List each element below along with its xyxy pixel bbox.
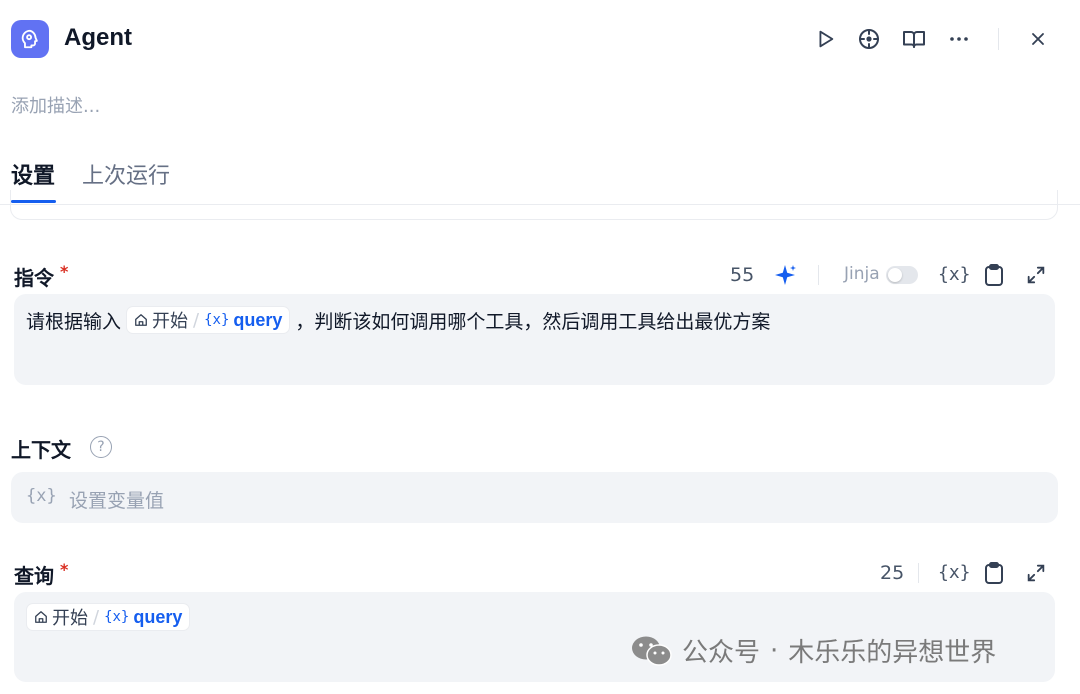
node-title[interactable]: Agent xyxy=(64,24,132,52)
tab-settings[interactable]: 设置 xyxy=(11,158,55,190)
wechat-icon xyxy=(632,636,672,666)
toggle-knob xyxy=(888,268,902,282)
jinja-toggle[interactable] xyxy=(886,266,918,284)
variable-icon: {x} xyxy=(204,312,230,328)
variable-node: 开始 xyxy=(52,608,88,629)
watermark: 公众号 · 木乐乐的异想世界 xyxy=(630,632,996,669)
header-divider xyxy=(998,28,999,50)
query-label-text: 查询 xyxy=(14,564,54,588)
home-icon xyxy=(35,611,47,623)
instruction-text-after: ，判断该如何调用哪个工具，然后调用工具给出最优方案 xyxy=(295,310,771,333)
context-label: 上下文 xyxy=(11,438,71,462)
description-input[interactable]: 添加描述... xyxy=(11,92,100,118)
variable-name: query xyxy=(133,606,183,627)
variable-icon: {x} xyxy=(104,609,130,625)
variable-icon: {x} xyxy=(26,486,57,506)
watermark-name: 木乐乐的异想世界 xyxy=(788,638,997,668)
book-icon[interactable] xyxy=(901,26,927,52)
variable-name: query xyxy=(233,309,283,330)
instruction-label: 指令 * xyxy=(14,262,68,291)
toolbar-divider xyxy=(918,563,919,583)
instruction-char-count: 55 xyxy=(730,264,755,286)
expand-icon[interactable] xyxy=(1024,263,1048,287)
query-label: 查询 * xyxy=(14,560,68,589)
variable-pill[interactable]: 开始 / {x} query xyxy=(26,603,191,631)
active-tab-indicator xyxy=(11,200,56,203)
insert-variable-icon[interactable]: {x} xyxy=(938,562,971,583)
expand-icon[interactable] xyxy=(1024,561,1048,585)
tab-bar-divider xyxy=(0,204,1080,205)
required-mark: * xyxy=(60,262,69,281)
variable-node: 开始 xyxy=(152,311,189,332)
play-icon[interactable] xyxy=(812,26,838,52)
more-icon[interactable] xyxy=(946,26,972,52)
context-variable-selector[interactable] xyxy=(11,472,1058,523)
instruction-text-before: 请根据输入 xyxy=(26,310,122,333)
node-header: Agent xyxy=(0,0,1080,80)
variable-pill[interactable]: 开始 / {x} query xyxy=(126,306,291,334)
instruction-label-text: 指令 xyxy=(14,266,54,290)
clipboard-icon[interactable] xyxy=(982,262,1006,288)
sparkle-icon[interactable] xyxy=(772,262,798,288)
toolbar-divider xyxy=(818,265,819,285)
variable-separator: / xyxy=(93,606,100,628)
help-icon[interactable]: ? xyxy=(90,436,112,458)
tab-last-run[interactable]: 上次运行 xyxy=(82,158,170,190)
tab-bar: 设置 上次运行 xyxy=(0,150,1080,206)
query-char-count: 25 xyxy=(880,562,905,584)
clipboard-icon[interactable] xyxy=(982,560,1006,586)
instruction-content[interactable]: 请根据输入 开始 / {x} query ，判断该如何调用哪个工具，然后调用工具… xyxy=(26,306,770,334)
required-mark: * xyxy=(60,560,69,579)
close-icon[interactable] xyxy=(1025,26,1051,52)
variable-separator: / xyxy=(193,309,200,331)
context-placeholder: 设置变量值 xyxy=(69,490,165,512)
watermark-channel: 公众号 xyxy=(682,638,761,668)
query-content[interactable]: 开始 / {x} query xyxy=(26,603,195,631)
insert-variable-icon[interactable]: {x} xyxy=(938,264,971,285)
jinja-label: Jinja xyxy=(844,264,880,284)
home-icon xyxy=(135,314,147,326)
agent-icon xyxy=(11,20,49,58)
watermark-dot: · xyxy=(770,635,779,666)
locate-icon[interactable] xyxy=(856,26,882,52)
